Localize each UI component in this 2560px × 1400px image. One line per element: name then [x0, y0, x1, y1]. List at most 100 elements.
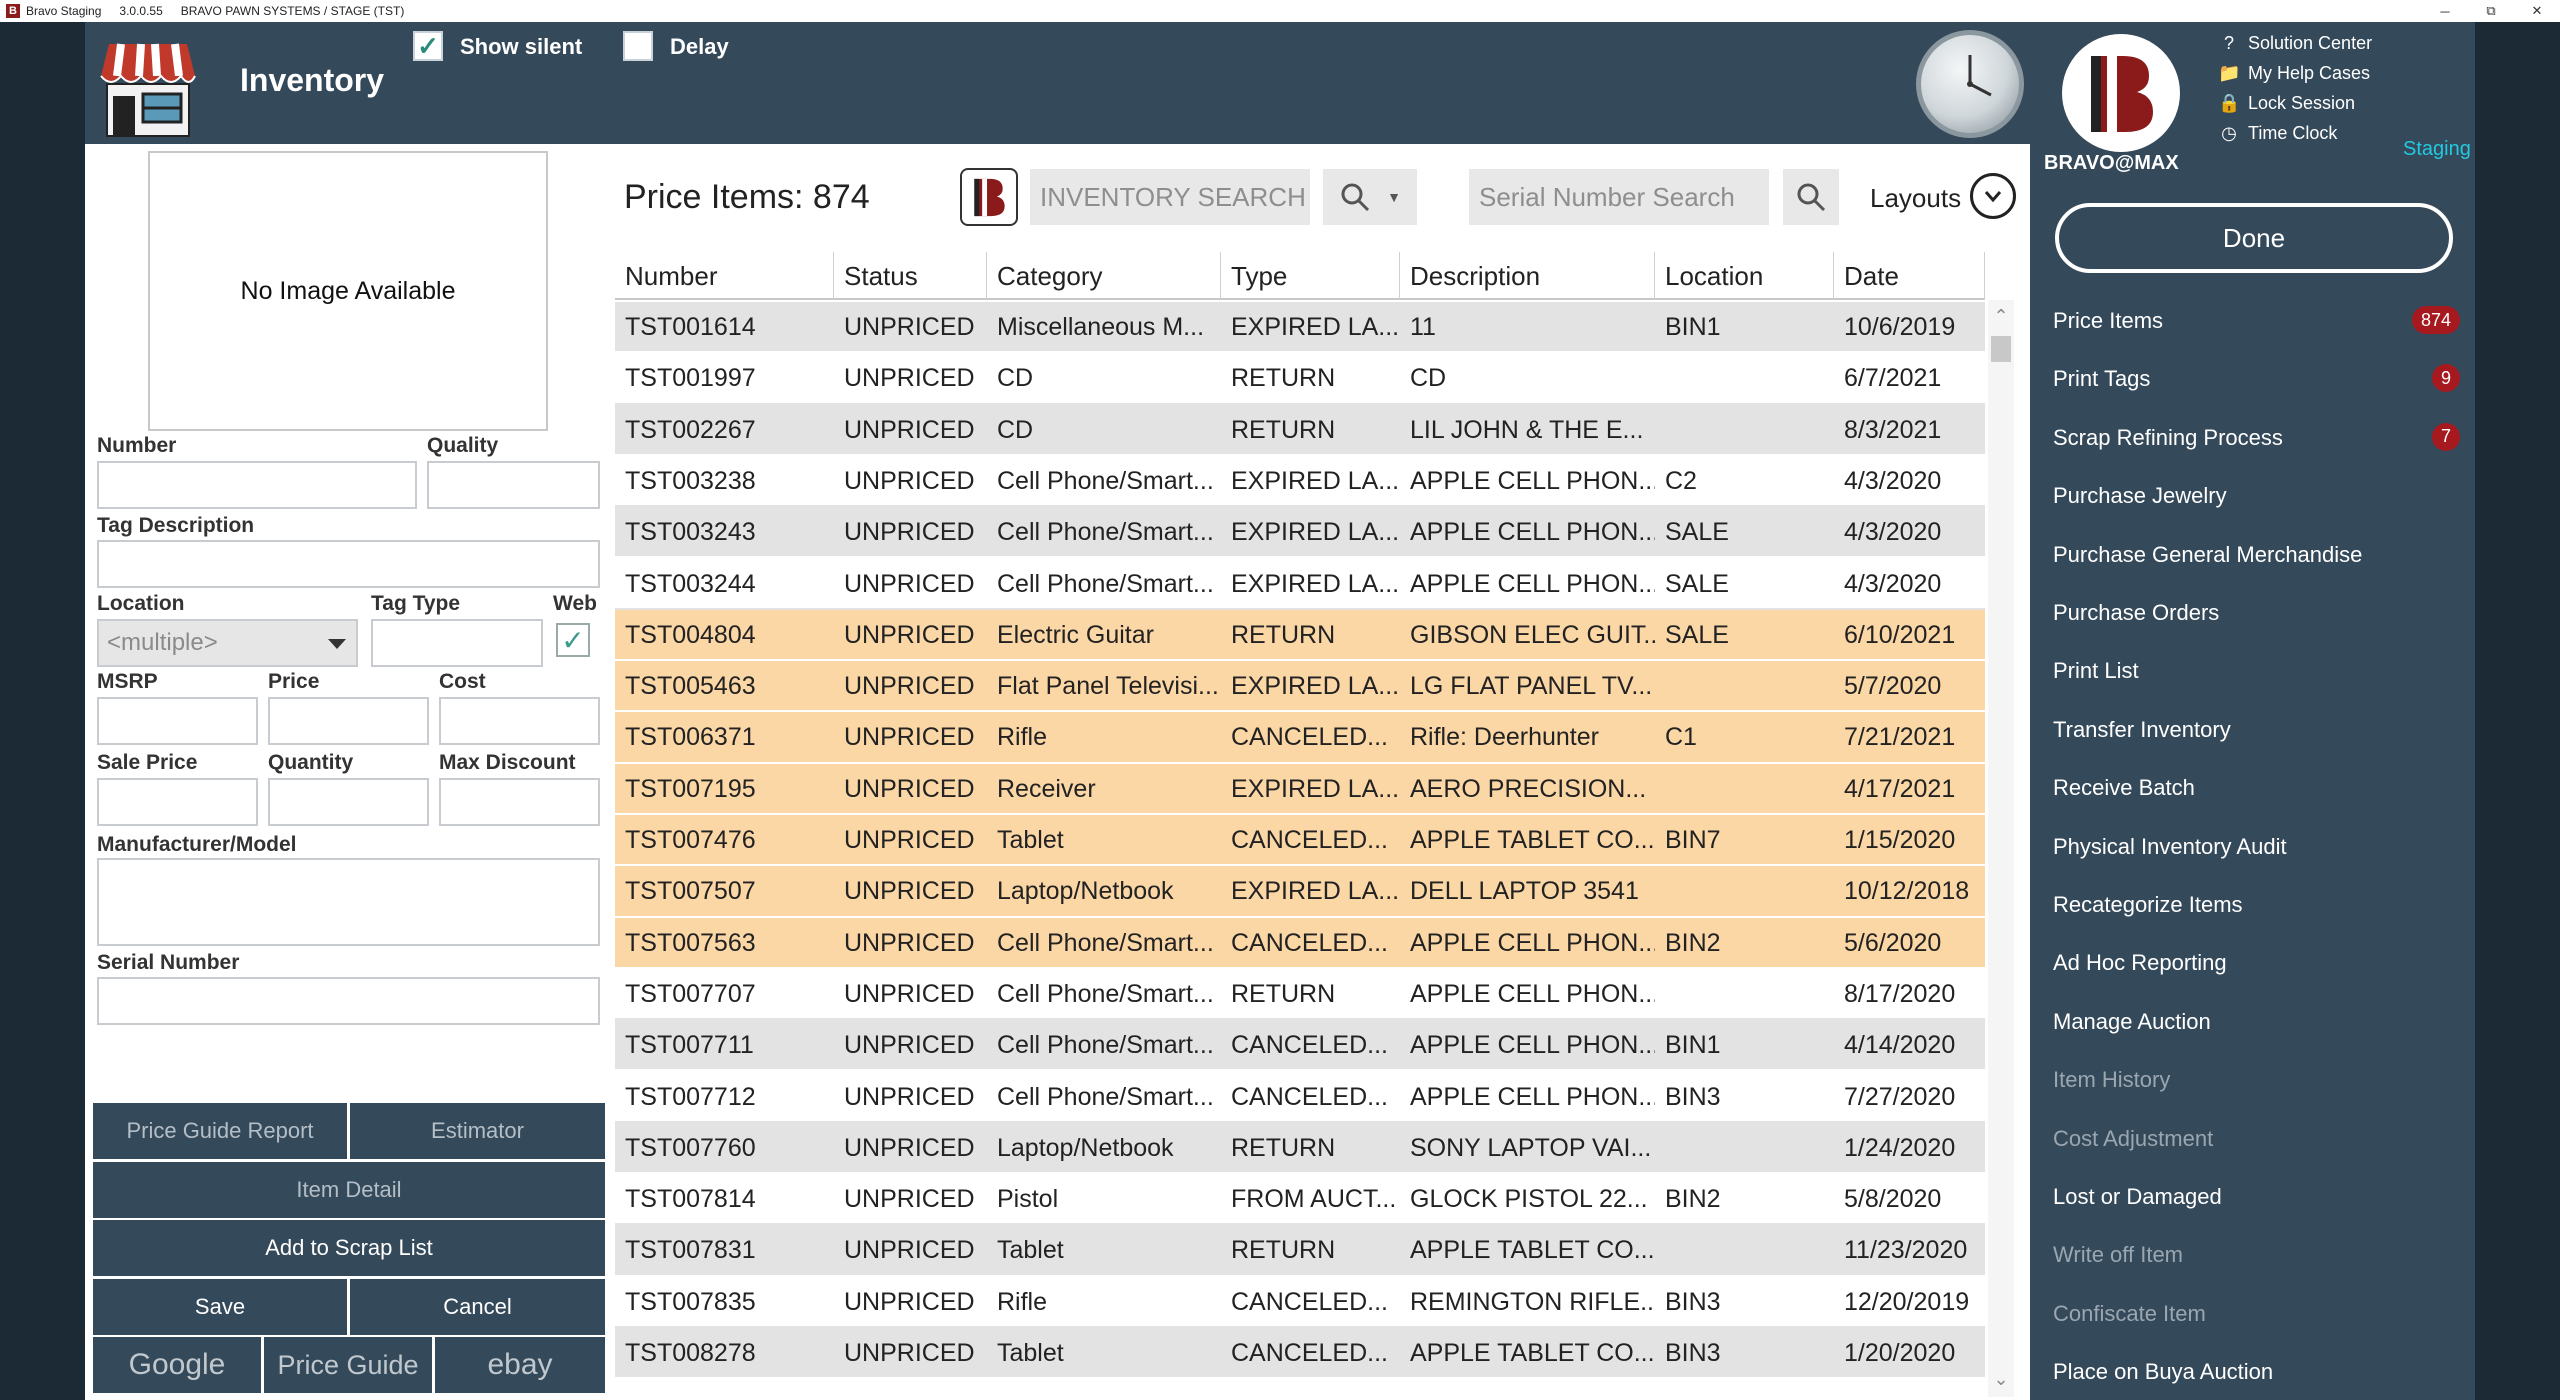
estimator-button[interactable]: Estimator [350, 1103, 605, 1159]
cell-number: TST007507 [625, 877, 756, 906]
column-header-category[interactable]: Category [987, 252, 1221, 300]
table-row[interactable]: TST007712 UNPRICED Cell Phone/Smart... CANC… [615, 1071, 1985, 1123]
table-row[interactable]: TST006371 UNPRICED Rifle CANCELED... Rifle: … [615, 712, 1985, 764]
msrp-field[interactable] [97, 697, 258, 745]
ebay-button[interactable]: ebay [435, 1337, 605, 1393]
cost-field[interactable] [439, 697, 600, 745]
sale-price-field[interactable] [97, 778, 258, 826]
table-row[interactable]: TST003238 UNPRICED Cell Phone/Smart... EXPI… [615, 455, 1985, 508]
save-button[interactable]: Save [93, 1279, 347, 1335]
serial-search-input[interactable]: Serial Number Search [1469, 169, 1769, 225]
quantity-label: Quantity [268, 751, 354, 774]
show-silent-checkbox[interactable]: ✓ [413, 31, 443, 61]
delay-checkbox[interactable] [623, 31, 653, 61]
quality-field[interactable] [427, 461, 600, 509]
table-row[interactable]: TST007835 UNPRICED Rifle CANCELED... REMINGT… [615, 1276, 1985, 1328]
table-row[interactable]: TST007760 UNPRICED Laptop/Netbook RETURN SON… [615, 1122, 1985, 1175]
nav-item[interactable]: Receive Batch [2053, 775, 2195, 801]
nav-item[interactable]: Physical Inventory Audit [2053, 834, 2287, 860]
column-header-type[interactable]: Type [1221, 252, 1400, 300]
table-row[interactable]: TST007831 UNPRICED Tablet RETURN APPLE TABLE… [615, 1225, 1985, 1277]
table-row[interactable]: TST008278 UNPRICED Tablet CANCELED... APPLE … [615, 1328, 1985, 1380]
item-detail-button[interactable]: Item Detail [93, 1162, 605, 1218]
lock-session-link[interactable]: 🔒 Lock Session [2218, 92, 2355, 114]
quantity-field[interactable] [268, 778, 429, 826]
nav-item[interactable]: Item History [2053, 1067, 2170, 1093]
table-row[interactable]: TST005463 UNPRICED Flat Panel Televisi... E… [615, 661, 1985, 713]
nav-item[interactable]: Scrap Refining Process [2053, 425, 2283, 451]
time-clock-link[interactable]: ◷ Time Clock [2218, 122, 2337, 144]
number-field[interactable] [97, 461, 417, 509]
nav-item[interactable]: Ad Hoc Reporting [2053, 950, 2227, 976]
column-header-status[interactable]: Status [834, 252, 987, 300]
done-button[interactable]: Done [2055, 203, 2453, 273]
column-header-number[interactable]: Number [615, 252, 834, 300]
cell-status: UNPRICED [844, 466, 975, 495]
table-row[interactable]: TST007195 UNPRICED Receiver EXPIRED LA... AE… [615, 763, 1985, 815]
manufacturer-model-field[interactable] [97, 858, 600, 946]
cell-description: GIBSON ELEC GUIT... [1410, 620, 1655, 649]
nav-item[interactable]: Purchase Jewelry [2053, 483, 2227, 509]
column-header-location[interactable]: Location [1655, 252, 1834, 300]
price-guide-report-button[interactable]: Price Guide Report [93, 1103, 347, 1159]
table-row[interactable]: TST007476 UNPRICED Tablet CANCELED... APPLE … [615, 815, 1985, 867]
table-row[interactable]: TST001997 UNPRICED CD RETURN CD 6/7/2021 [615, 353, 1985, 405]
my-help-cases-link[interactable]: 📁 My Help Cases [2218, 62, 2370, 84]
table-row[interactable]: TST007711 UNPRICED Cell Phone/Smart... CANC… [615, 1020, 1985, 1072]
scroll-down-icon[interactable]: ⌄ [1988, 1369, 2014, 1393]
location-select[interactable]: <multiple> [97, 619, 358, 667]
table-row[interactable]: TST003243 UNPRICED Cell Phone/Smart... EXPI… [615, 507, 1985, 559]
bravo-search-button[interactable] [960, 168, 1018, 226]
nav-item[interactable]: Manage Auction [2053, 1009, 2211, 1035]
nav-item[interactable]: Purchase General Merchandise [2053, 542, 2362, 568]
nav-item[interactable]: Print List [2053, 658, 2139, 684]
nav-item[interactable]: Recategorize Items [2053, 892, 2243, 918]
nav-item[interactable]: Cost Adjustment [2053, 1126, 2213, 1152]
tag-description-field[interactable] [97, 540, 600, 588]
serial-search-button[interactable] [1783, 169, 1839, 225]
table-row[interactable]: TST003244 UNPRICED Cell Phone/Smart... EXPI… [615, 558, 1985, 610]
price-guide-button[interactable]: Price Guide [264, 1337, 432, 1393]
nav-item[interactable]: Write off Item [2053, 1242, 2183, 1268]
nav-item[interactable]: Purchase Orders [2053, 600, 2219, 626]
close-button[interactable]: ✕ [2514, 0, 2560, 22]
tag-type-field[interactable] [371, 619, 543, 667]
table-row[interactable]: TST007563 UNPRICED Cell Phone/Smart... CANC… [615, 917, 1985, 969]
inventory-search-button[interactable]: ▼ [1323, 169, 1417, 225]
cell-category: Tablet [997, 1236, 1064, 1265]
google-button[interactable]: Google [93, 1337, 261, 1393]
scroll-thumb[interactable] [1991, 336, 2011, 362]
price-field[interactable] [268, 697, 429, 745]
table-row[interactable]: TST001614 UNPRICED Miscellaneous M... EXPIR… [615, 302, 1985, 354]
table-row[interactable]: TST007814 UNPRICED Pistol FROM AUCT... GLOCK… [615, 1174, 1985, 1226]
scroll-up-icon[interactable]: ⌃ [1988, 306, 2014, 330]
column-header-date[interactable]: Date [1834, 252, 1985, 300]
max-discount-field[interactable] [439, 778, 600, 826]
search-options-icon[interactable]: ▼ [1387, 189, 1401, 205]
web-checkbox[interactable]: ✓ [556, 623, 590, 657]
cell-status: UNPRICED [844, 620, 975, 649]
add-to-scrap-button[interactable]: Add to Scrap List [93, 1220, 605, 1276]
nav-item[interactable]: Price Items [2053, 308, 2163, 334]
cell-description: 11 [1410, 313, 1436, 341]
nav-item[interactable]: Print Tags [2053, 366, 2150, 392]
serial-number-field[interactable] [97, 977, 600, 1025]
solution-center-label: Solution Center [2248, 32, 2373, 53]
column-header-description[interactable]: Description [1400, 252, 1655, 300]
solution-center-link[interactable]: ? Solution Center [2218, 32, 2372, 54]
nav-item[interactable]: Confiscate Item [2053, 1301, 2206, 1327]
manufacturer-model-label: Manufacturer/Model [97, 833, 297, 856]
minimize-button[interactable]: ─ [2422, 0, 2468, 22]
layouts-dropdown-button[interactable] [1970, 173, 2016, 219]
table-row[interactable]: TST007707 UNPRICED Cell Phone/Smart... RETU… [615, 968, 1985, 1021]
nav-item[interactable]: Transfer Inventory [2053, 717, 2231, 743]
restore-button[interactable]: ⧉ [2468, 0, 2514, 22]
nav-item[interactable]: Place on Buya Auction [2053, 1359, 2273, 1385]
nav-item[interactable]: Lost or Damaged [2053, 1184, 2222, 1210]
inventory-search-input[interactable]: INVENTORY SEARCH [1030, 169, 1310, 225]
grid-scrollbar[interactable]: ⌃ ⌄ [1988, 300, 2014, 1397]
table-row[interactable]: TST004804 UNPRICED Electric Guitar RETURN GI… [615, 609, 1985, 662]
table-row[interactable]: TST002267 UNPRICED CD RETURN LIL JOHN & THE … [615, 404, 1985, 456]
table-row[interactable]: TST007507 UNPRICED Laptop/Netbook EXPIRED L… [615, 866, 1985, 918]
cancel-button[interactable]: Cancel [350, 1279, 605, 1335]
